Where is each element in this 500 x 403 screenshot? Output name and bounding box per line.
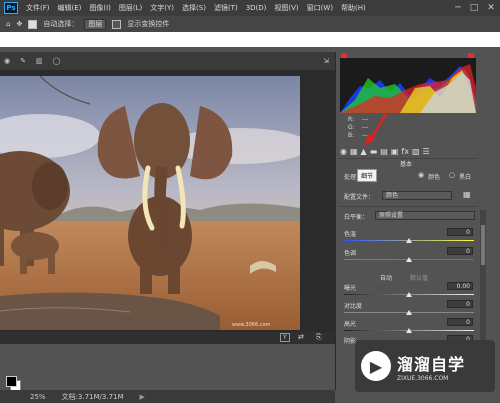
menu-select[interactable]: 选择(S) [178,3,210,13]
temperature-value[interactable]: 0 [447,228,473,236]
menu-help[interactable]: 帮助(H) [337,3,370,13]
brush-icon[interactable]: ✎ [20,57,26,65]
bw-radio-icon[interactable]: ○ [449,171,455,179]
menu-bar: Ps 文件(F) 编辑(E) 图像(I) 图层(L) 文字(Y) 选择(S) 滤… [0,0,500,16]
tint-value[interactable]: 0 [447,247,473,255]
red-arrow-annotation [364,113,388,146]
detail-tab-icon[interactable]: ▲ [361,147,367,156]
menu-view[interactable]: 视图(V) [270,3,302,13]
options-bar: ⌂ ✥ 自动选择： 图层 显示变换控件 [0,16,500,32]
section-title: 基本 [400,161,413,168]
effects-tab-icon[interactable]: fx [401,147,409,156]
camera-raw-toolbar: ◉ ✎ ▥ ◯ ⇲ [0,52,335,70]
panel-tab-icons: ◉ ▦ ▲ ▬ ▤ ▣ fx ▧ ☰ [340,146,480,157]
doc-size: 文档:3.71M/3.71M [61,392,124,401]
auto-select-label: 自动选择： [43,20,79,28]
hsl-tab-icon[interactable]: ▬ [370,147,378,156]
copy-icon[interactable]: ⎘ [316,333,322,342]
menu-filter[interactable]: 滤镜(T) [210,3,242,13]
contrast-label: 对比度 [344,303,363,310]
maximize-icon[interactable]: □ [466,0,482,16]
white-balance-label: 白平衡： [344,214,369,221]
home-icon[interactable]: ⌂ [6,20,10,28]
color-radio-label: 颜色 [428,174,441,181]
profile-browser-icon[interactable]: ▦ [463,190,471,199]
elephant-photo: www.3066.com [0,76,300,330]
move-tool-icon[interactable]: ✥ [16,20,22,28]
tint-label: 色调 [344,250,357,257]
contrast-value[interactable]: 0 [447,300,473,308]
default-button[interactable]: 默认值 [410,273,428,282]
photoshop-logo: Ps [4,2,18,14]
highlights-label: 高光 [344,321,357,328]
menu-edit[interactable]: 编辑(E) [54,3,86,13]
menu-layer[interactable]: 图层(L) [115,3,146,13]
tone-curve-tab-icon[interactable]: ▦ [350,147,358,156]
tab-strip [0,32,500,47]
foreground-color-swatch[interactable] [6,376,17,387]
split-toning-tab-icon[interactable]: ▤ [380,147,388,156]
temperature-thumb[interactable] [406,238,412,243]
rgb-r-label: R: [348,116,355,123]
detail-tooltip: 细节 [357,169,378,182]
tint-thumb[interactable] [406,257,412,262]
contrast-thumb[interactable] [406,310,412,315]
auto-select-dropdown[interactable]: 图层 [84,18,107,30]
minimize-icon[interactable]: ─ [450,0,466,16]
export-icon[interactable]: ⇲ [323,57,329,65]
play-logo-icon: ▶ [361,351,391,381]
status-bar: 25% 文档:3.71M/3.71M ▶ [0,390,335,403]
auto-select-checkbox[interactable] [28,19,38,29]
profile-label: 配置文件： [344,194,375,201]
canvas-bottom-bar: Y ⇄ ⎘ [0,332,335,344]
white-balance-dropdown[interactable]: 原照设置 [375,211,475,220]
photo-watermark: www.3066.com [232,322,271,328]
profile-dropdown[interactable]: 颜色 [382,191,452,200]
zoom-level: 25% [30,392,46,401]
highlights-thumb[interactable] [406,328,412,333]
temperature-label: 色温 [344,231,357,238]
rgb-g-label: G: [348,124,355,131]
lens-tab-icon[interactable]: ▣ [391,147,399,156]
swap-icon[interactable]: ⇄ [298,333,304,341]
status-arrow-icon[interactable]: ▶ [140,393,145,401]
exposure-value[interactable]: 0.00 [447,282,473,290]
presets-tab-icon[interactable]: ☰ [423,147,430,156]
menu-window[interactable]: 窗口(W) [303,3,337,13]
color-radio-icon[interactable]: ◉ [418,171,424,179]
highlights-value[interactable]: 0 [447,318,473,326]
rgb-b-label: B: [348,132,355,139]
panel-scrollbar-thumb[interactable] [481,225,485,265]
calibration-tab-icon[interactable]: ▧ [412,147,420,156]
exposure-thumb[interactable] [406,292,412,297]
basic-tab-icon[interactable]: ◉ [340,147,347,156]
watermark-title: 溜溜自学 [397,354,466,374]
transform-controls-checkbox[interactable] [112,19,122,29]
auto-button[interactable]: 自动 [380,273,392,282]
radial-filter-icon[interactable]: ◯ [53,57,61,65]
eye-icon[interactable]: ◉ [4,57,10,65]
gradient-icon[interactable]: ▥ [36,57,43,65]
menu-image[interactable]: 图像(I) [85,3,115,13]
menu-3d[interactable]: 3D(D) [242,4,271,12]
close-icon[interactable]: ✕ [483,0,499,16]
exposure-label: 曝光 [344,285,357,292]
bw-radio-label: 黑白 [459,174,472,181]
transform-controls-label: 显示变换控件 [127,20,170,28]
before-after-y-button[interactable]: Y [280,333,290,342]
menu-file[interactable]: 文件(F) [22,3,54,13]
watermark-subtitle: ZIXUE.3066.COM [397,374,449,382]
histogram [340,58,476,113]
menu-type[interactable]: 文字(Y) [146,3,178,13]
site-watermark: ▶ 溜溜自学 ZIXUE.3066.COM [355,340,495,392]
